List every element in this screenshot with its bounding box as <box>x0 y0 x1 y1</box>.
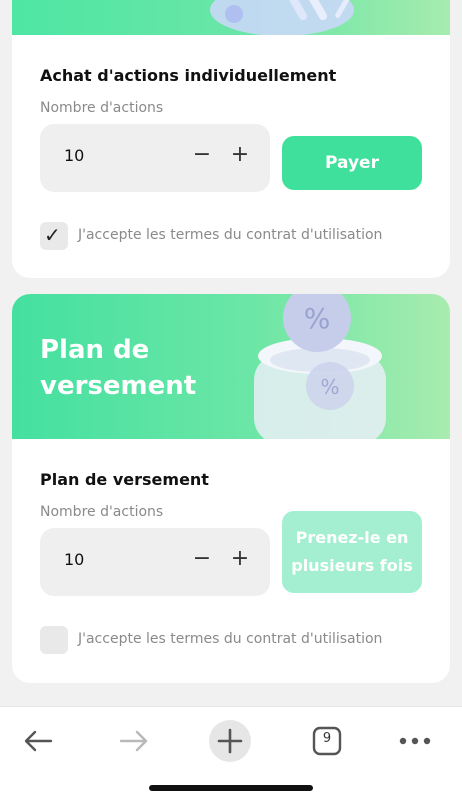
tabs-counter-icon[interactable]: 9 <box>312 721 342 761</box>
quantity-stepper[interactable]: 10 − + <box>40 124 270 192</box>
split-payment-button[interactable]: Prenez-le en plusieurs fois <box>282 511 422 593</box>
pay-button[interactable]: Payer <box>282 136 422 190</box>
coins-illustration <box>210 0 358 36</box>
home-indicator <box>149 785 313 791</box>
split-button-line2: plusieurs fois <box>291 556 413 575</box>
back-arrow-icon[interactable] <box>20 721 56 761</box>
plan-quantity-label: Nombre d'actions <box>40 504 164 520</box>
minus-icon[interactable]: − <box>190 142 214 167</box>
tab-count: 9 <box>322 731 332 746</box>
plan-hero-line1: Plan de <box>40 335 150 365</box>
purchase-title: Achat d'actions individuellement <box>40 66 337 85</box>
plan-banner: % % Plan de versement <box>12 294 450 439</box>
plan-title: Plan de versement <box>40 470 209 489</box>
forward-arrow-icon[interactable] <box>116 721 152 761</box>
plan-hero-title: Plan de versement <box>40 332 196 404</box>
checkmark-icon: ✓ <box>44 223 61 247</box>
minus-icon[interactable]: − <box>190 546 214 571</box>
plus-icon[interactable]: + <box>228 142 252 167</box>
svg-text:%: % <box>320 375 339 399</box>
plus-icon[interactable]: + <box>228 546 252 571</box>
quantity-label: Nombre d'actions <box>40 100 164 116</box>
terms-checkbox[interactable]: ✓ <box>40 222 68 250</box>
purchase-banner <box>12 0 450 36</box>
plan-quantity-value[interactable]: 10 <box>64 550 84 569</box>
browser-toolbar: 9 <box>0 706 462 800</box>
purchase-card: Achat d'actions individuellement Nombre … <box>12 0 450 278</box>
quantity-value[interactable]: 10 <box>64 146 84 165</box>
new-tab-plus-icon[interactable] <box>208 720 252 762</box>
split-button-line1: Prenez-le en <box>295 528 409 547</box>
plan-terms-label: J'accepte les termes du contrat d'utilis… <box>78 631 383 647</box>
svg-text:%: % <box>304 302 331 335</box>
plan-card: % % Plan de versement Plan de versement … <box>12 294 450 683</box>
plan-hero-line2: versement <box>40 371 197 401</box>
plan-terms-checkbox[interactable] <box>40 626 68 654</box>
more-dots-icon[interactable] <box>398 721 432 761</box>
terms-label: J'accepte les termes du contrat d'utilis… <box>78 227 383 243</box>
plan-quantity-stepper[interactable]: 10 − + <box>40 528 270 596</box>
